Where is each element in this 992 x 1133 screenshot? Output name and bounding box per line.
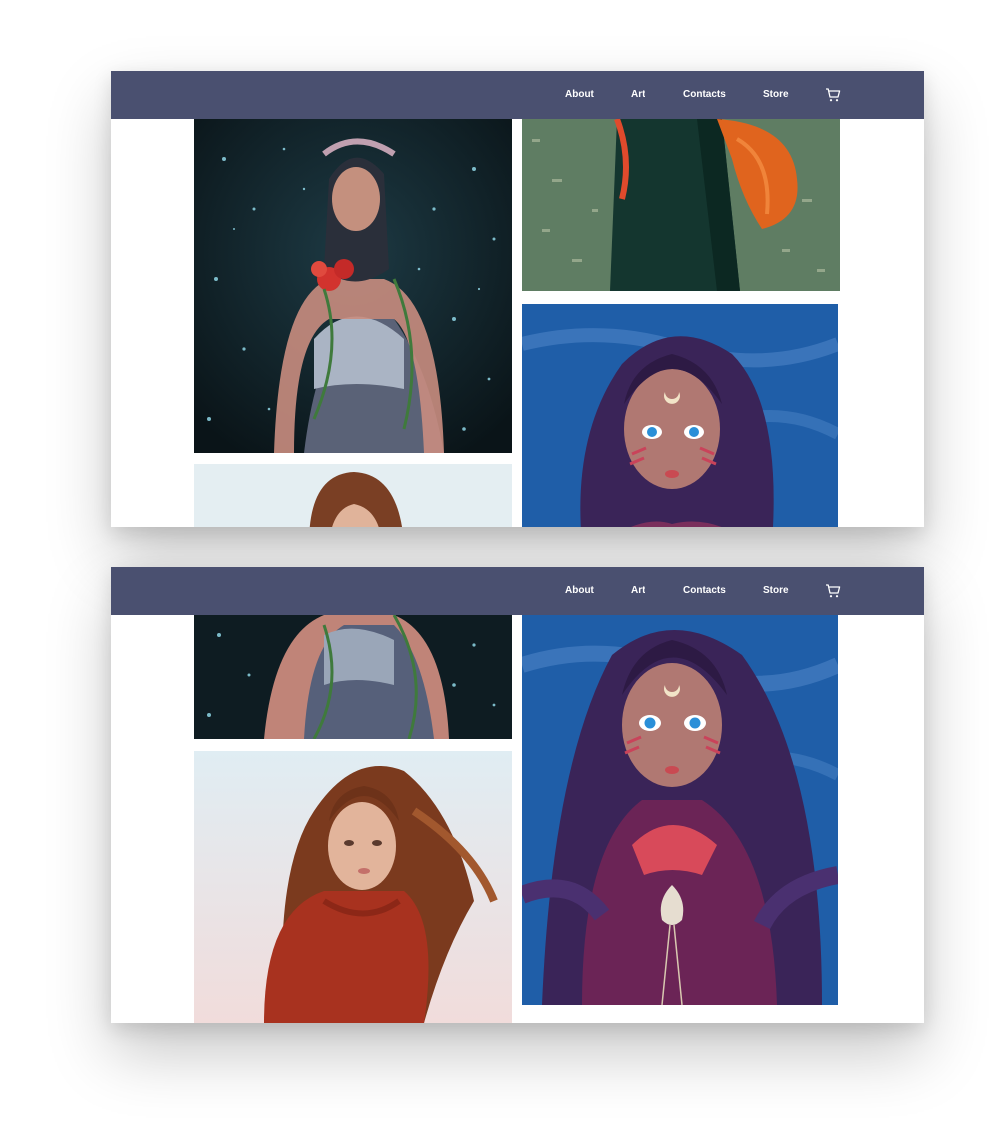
artwork-crescent-moon-girl[interactable] (522, 615, 838, 1005)
artwork-girl-with-rose[interactable] (194, 615, 512, 739)
artwork-brown-haired-girl[interactable] (194, 464, 512, 527)
nav-link-about[interactable]: About (565, 71, 594, 119)
artwork-brown-haired-girl[interactable] (194, 751, 512, 1023)
artwork-red-haired-girl[interactable] (522, 119, 840, 291)
top-navigation-bar: About Art Contacts Store (111, 71, 924, 119)
nav-link-contacts[interactable]: Contacts (683, 567, 726, 615)
nav-link-contacts[interactable]: Contacts (683, 71, 726, 119)
art-gallery-grid (194, 119, 842, 527)
top-navigation-bar: About Art Contacts Store (111, 567, 924, 615)
nav-link-art[interactable]: Art (631, 71, 645, 119)
shopping-cart-icon[interactable] (825, 583, 841, 599)
nav-link-store[interactable]: Store (763, 71, 789, 119)
nav-link-art[interactable]: Art (631, 567, 645, 615)
shopping-cart-icon[interactable] (825, 87, 841, 103)
art-gallery-grid (194, 615, 842, 1023)
website-screenshot-top: About Art Contacts Store (111, 71, 924, 527)
artwork-girl-with-rose[interactable] (194, 119, 512, 453)
artwork-crescent-moon-girl[interactable] (522, 304, 838, 527)
nav-link-store[interactable]: Store (763, 567, 789, 615)
nav-link-about[interactable]: About (565, 567, 594, 615)
website-screenshot-bottom: About Art Contacts Store (111, 567, 924, 1023)
